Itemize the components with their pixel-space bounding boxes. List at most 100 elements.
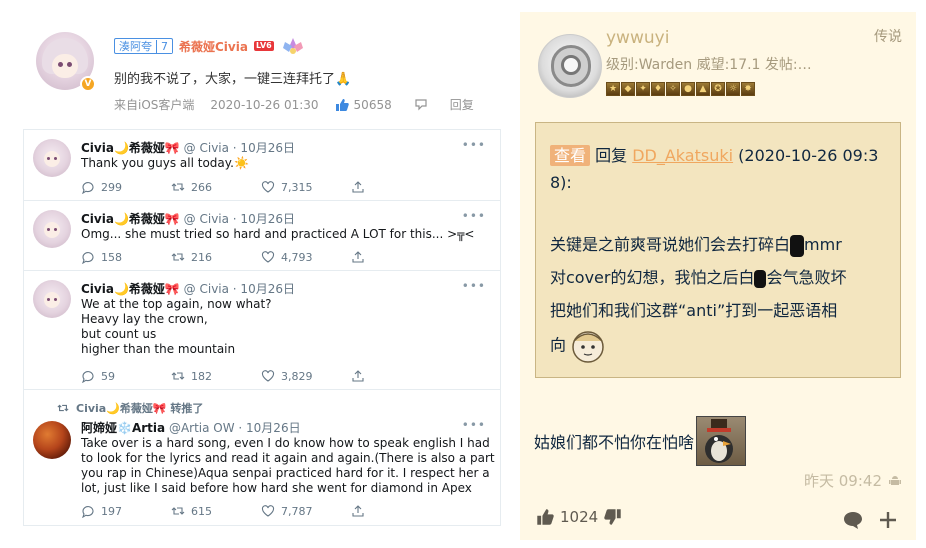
tweet-item[interactable]: Civia🌙希薇娅🎀 @ Civia · 10月26日 ••• Omg... s… bbox=[24, 201, 500, 271]
display-name[interactable]: Civia🌙希薇娅🎀 bbox=[81, 282, 180, 296]
forward-icon bbox=[415, 98, 427, 110]
redacted-mark bbox=[754, 269, 767, 288]
post-meta: 湊阿夸 7 希薇娅Civia LV6 bbox=[114, 36, 306, 56]
avatar[interactable] bbox=[33, 421, 71, 459]
avatar[interactable] bbox=[33, 280, 71, 318]
share-button[interactable] bbox=[351, 180, 441, 194]
forum-post: ywwuyi 传说 级别:Warden 威望:17.1 发帖:… ★ ◆ ✦ ♦… bbox=[520, 12, 916, 540]
retweet-button[interactable]: 266 bbox=[171, 180, 261, 194]
tweet-text: We at the top again, now what? Heavy lay… bbox=[81, 297, 272, 356]
more-options-icon[interactable]: ••• bbox=[462, 209, 486, 223]
medal-icon[interactable]: ◆ bbox=[621, 82, 635, 96]
more-options-icon[interactable]: ••• bbox=[462, 418, 486, 432]
plus-icon[interactable] bbox=[878, 510, 898, 530]
like-button[interactable]: 4,793 bbox=[261, 250, 351, 264]
tweet-text: Thank you guys all today.☀️ bbox=[81, 156, 249, 170]
tweet-header: Civia🌙希薇娅🎀 @ Civia · 10月26日 bbox=[81, 139, 295, 156]
share-button[interactable] bbox=[351, 369, 441, 383]
retweet-button[interactable]: 216 bbox=[171, 250, 261, 264]
reply-icon bbox=[82, 182, 94, 194]
handle-date: @ Civia · 10月26日 bbox=[183, 282, 295, 296]
like-button[interactable]: 50658 bbox=[335, 98, 392, 112]
medal-icon[interactable]: ✪ bbox=[711, 82, 725, 96]
like-count: 1024 bbox=[560, 508, 599, 526]
fan-badge-name: 湊阿夸 bbox=[119, 40, 152, 53]
share-icon bbox=[352, 181, 364, 193]
medal-row: ★ ◆ ✦ ♦ ✧ ● ▲ ✪ ☼ ✸ bbox=[606, 82, 755, 96]
share-button[interactable] bbox=[351, 250, 441, 264]
fan-badge[interactable]: 湊阿夸 7 bbox=[114, 38, 173, 54]
medal-icon[interactable]: ✧ bbox=[666, 82, 680, 96]
medal-icon[interactable]: ✦ bbox=[636, 82, 650, 96]
retweet-icon bbox=[171, 372, 185, 380]
reply-button[interactable]: 59 bbox=[81, 369, 171, 383]
thumbs-up-icon bbox=[335, 98, 349, 111]
reply-button[interactable]: 158 bbox=[81, 250, 171, 264]
more-options-icon[interactable]: ••• bbox=[462, 279, 486, 293]
tweet-item[interactable]: Civia🌙希薇娅🎀 @ Civia · 10月26日 ••• Thank yo… bbox=[24, 130, 500, 201]
post-timestamp: 2020-10-26 01:30 bbox=[210, 97, 319, 112]
quote-block: 查看 回复 DD_Akatsuki (2020-10-26 09:3 8): 关… bbox=[535, 122, 901, 378]
heart-icon bbox=[261, 181, 275, 193]
post-footer: 来自iOS客户端 2020-10-26 01:30 50658 回复 bbox=[114, 96, 474, 113]
display-name[interactable]: 阿媂娅❄️Artia bbox=[81, 421, 165, 435]
medal-icon[interactable]: ♦ bbox=[651, 82, 665, 96]
view-quote-button[interactable]: 查看 bbox=[550, 145, 591, 166]
sticker-image bbox=[696, 416, 747, 466]
heart-icon bbox=[261, 505, 275, 517]
share-icon bbox=[352, 251, 364, 263]
like-button[interactable]: 3,829 bbox=[261, 369, 351, 383]
reply-icon bbox=[82, 506, 94, 518]
reply-button[interactable]: 197 bbox=[81, 504, 171, 518]
username-link[interactable]: ywwuyi bbox=[606, 28, 669, 48]
post-time: 昨天 09:42 bbox=[804, 470, 902, 491]
thumbs-down-icon[interactable] bbox=[604, 508, 622, 526]
medal-icon[interactable]: ✸ bbox=[741, 82, 755, 96]
medal-icon[interactable]: ● bbox=[681, 82, 695, 96]
quoted-user-link[interactable]: DD_Akatsuki bbox=[632, 146, 733, 165]
post-source: 来自iOS客户端 bbox=[114, 98, 195, 112]
like-button[interactable]: 7,787 bbox=[261, 504, 351, 518]
retweet-icon bbox=[171, 507, 185, 515]
sticker-image bbox=[566, 327, 612, 365]
display-name[interactable]: Civia🌙希薇娅🎀 bbox=[81, 141, 180, 155]
tweet-actions: 158 216 4,793 bbox=[81, 250, 441, 264]
display-name[interactable]: Civia🌙希薇娅🎀 bbox=[81, 212, 180, 226]
weibo-post: V 湊阿夸 7 希薇娅Civia LV6 别的我不说了，大家，一键三连拜托了🙏 … bbox=[18, 22, 504, 122]
quote-reply-label: 回复 bbox=[595, 146, 628, 165]
retweet-icon bbox=[171, 253, 185, 261]
medal-icon[interactable]: ☼ bbox=[726, 82, 740, 96]
avatar[interactable] bbox=[33, 210, 71, 248]
retweet-button[interactable]: 615 bbox=[171, 504, 261, 518]
forward-button[interactable] bbox=[414, 98, 428, 112]
android-icon bbox=[889, 475, 901, 485]
tweet-actions: 299 266 7,315 bbox=[81, 180, 441, 194]
quote-time: (2020-10-26 09:3 bbox=[738, 146, 879, 165]
like-count: 50658 bbox=[353, 97, 392, 112]
level-badge: LV6 bbox=[253, 41, 274, 51]
flower-badge-icon bbox=[280, 36, 306, 56]
tweet-item[interactable]: Civia🌙希薇娅🎀 转推了 阿媂娅❄️Artia @Artia OW · 10… bbox=[24, 390, 500, 526]
tweet-text: Take over is a hard song, even I do know… bbox=[81, 436, 495, 495]
post-footer: 1024 bbox=[520, 500, 916, 540]
fan-badge-level: 7 bbox=[156, 39, 172, 53]
avatar[interactable] bbox=[33, 139, 71, 177]
tweet-actions: 59 182 3,829 bbox=[81, 369, 441, 383]
thumbs-up-icon bbox=[537, 509, 554, 525]
reply-button[interactable]: 回复 bbox=[450, 96, 474, 113]
quote-time-cont: 8): bbox=[550, 173, 572, 192]
more-options-icon[interactable]: ••• bbox=[462, 138, 486, 152]
reply-icon bbox=[82, 252, 94, 264]
username-link[interactable]: 希薇娅Civia bbox=[179, 38, 248, 55]
tweet-item[interactable]: Civia🌙希薇娅🎀 @ Civia · 10月26日 ••• We at th… bbox=[24, 271, 500, 390]
reply-button[interactable]: 299 bbox=[81, 180, 171, 194]
comment-icon[interactable] bbox=[842, 510, 864, 530]
medal-icon[interactable]: ▲ bbox=[696, 82, 710, 96]
share-button[interactable] bbox=[351, 504, 441, 518]
like-button[interactable]: 1024 bbox=[536, 508, 622, 526]
medal-icon[interactable]: ★ bbox=[606, 82, 620, 96]
retweet-button[interactable]: 182 bbox=[171, 369, 261, 383]
tweet-text: Omg... she must tried so hard and practi… bbox=[81, 227, 475, 241]
avatar[interactable] bbox=[538, 34, 602, 98]
like-button[interactable]: 7,315 bbox=[261, 180, 351, 194]
